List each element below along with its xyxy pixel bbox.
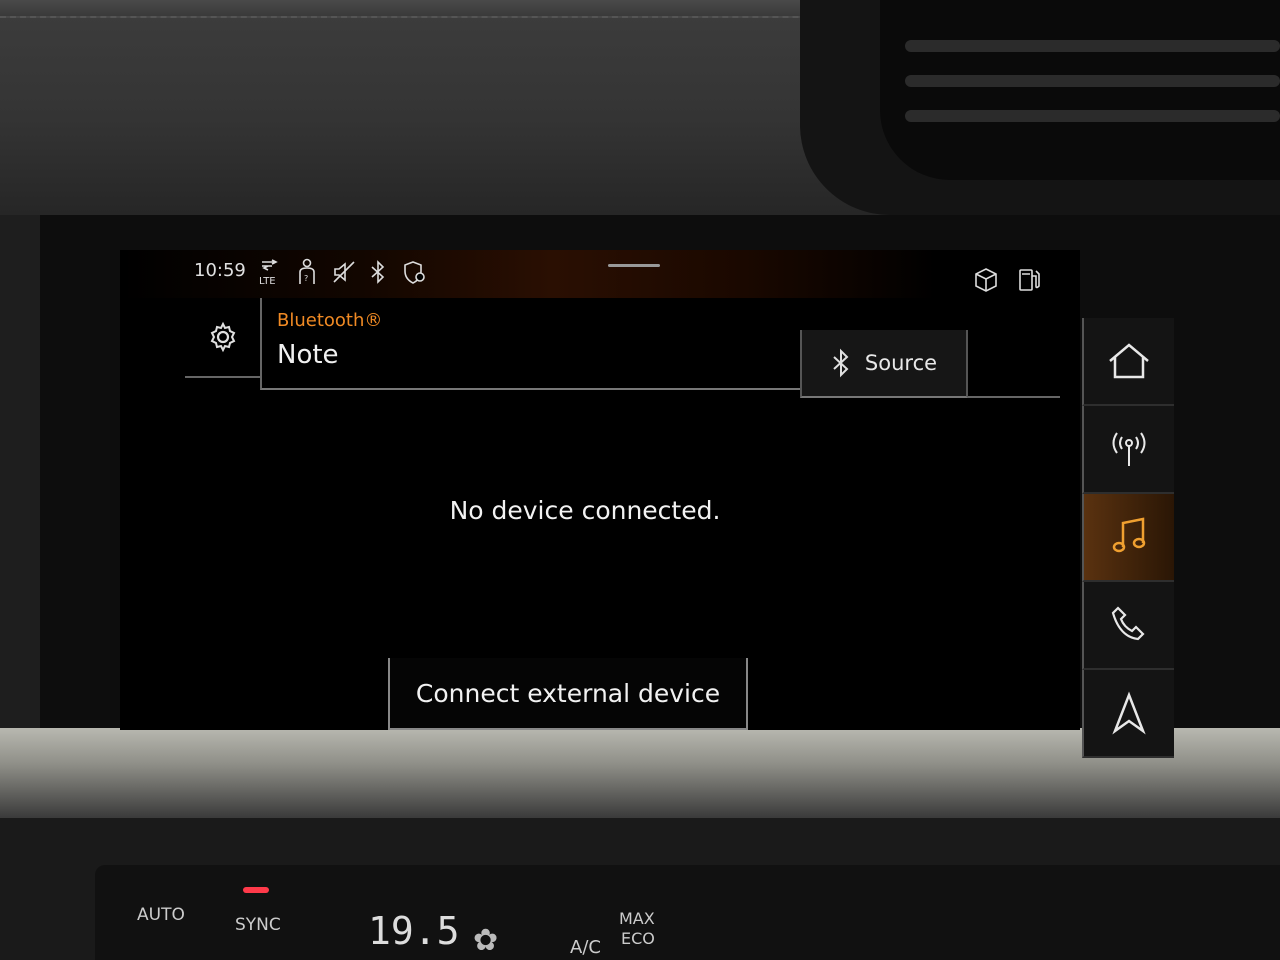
air-vent (880, 0, 1280, 180)
lte-data-icon: LTE (258, 258, 282, 291)
navigation-arrow-icon (1112, 691, 1146, 735)
radio-antenna-icon (1112, 432, 1146, 466)
sync-indicator-light (243, 887, 269, 893)
navigation-button[interactable] (1082, 670, 1174, 758)
climate-eco-label: ECO (621, 929, 655, 948)
media-button[interactable] (1082, 494, 1174, 582)
bluetooth-icon (370, 260, 386, 289)
header-divider (968, 396, 1060, 398)
climate-ac-button[interactable]: A/C (570, 937, 601, 958)
source-title: Bluetooth® Note (260, 298, 800, 390)
climate-sync-button[interactable]: SYNC (235, 915, 281, 935)
settings-button[interactable] (185, 298, 260, 378)
side-navigation (1082, 318, 1174, 768)
svg-text:LTE: LTE (259, 276, 276, 286)
radio-button[interactable] (1082, 406, 1174, 494)
source-type-label: Bluetooth® (277, 310, 383, 331)
music-note-icon (1112, 517, 1146, 553)
bluetooth-icon (833, 348, 849, 378)
device-name: Note (277, 340, 339, 370)
infotainment-screen: 10:59 LTE ? Bluetooth® Note Source No de… (120, 250, 1080, 730)
climate-panel: AUTO SYNC 19.5 ✿ A/C MAX ECO (95, 865, 1280, 960)
vent-slat (905, 110, 1280, 122)
package-icon (972, 266, 1000, 299)
temperature-display: 19.5 (368, 909, 460, 953)
connect-external-device-button[interactable]: Connect external device (388, 658, 748, 730)
media-header: Bluetooth® Note Source (185, 298, 1060, 398)
source-button-label: Source (864, 351, 938, 375)
home-button[interactable] (1082, 318, 1174, 406)
home-icon (1109, 343, 1149, 379)
svg-text:?: ? (304, 274, 308, 283)
no-device-message: No device connected. (449, 496, 721, 525)
vent-slat (905, 40, 1280, 52)
location-shield-icon (402, 260, 428, 291)
status-bar: 10:59 LTE ? (120, 250, 1080, 298)
status-time: 10:59 (194, 260, 246, 281)
climate-auto-button[interactable]: AUTO (137, 905, 185, 925)
phone-button[interactable] (1082, 582, 1174, 670)
vent-slat (905, 75, 1280, 87)
climate-max-label: MAX (619, 909, 655, 928)
phone-icon (1111, 606, 1145, 641)
source-button[interactable]: Source (800, 330, 968, 398)
drag-handle[interactable] (608, 264, 660, 267)
mute-icon (332, 260, 356, 289)
fan-icon[interactable]: ✿ (473, 923, 498, 958)
gear-icon (210, 321, 235, 353)
fuel-station-icon (1016, 266, 1044, 299)
passenger-airbag-icon: ? (296, 258, 318, 291)
